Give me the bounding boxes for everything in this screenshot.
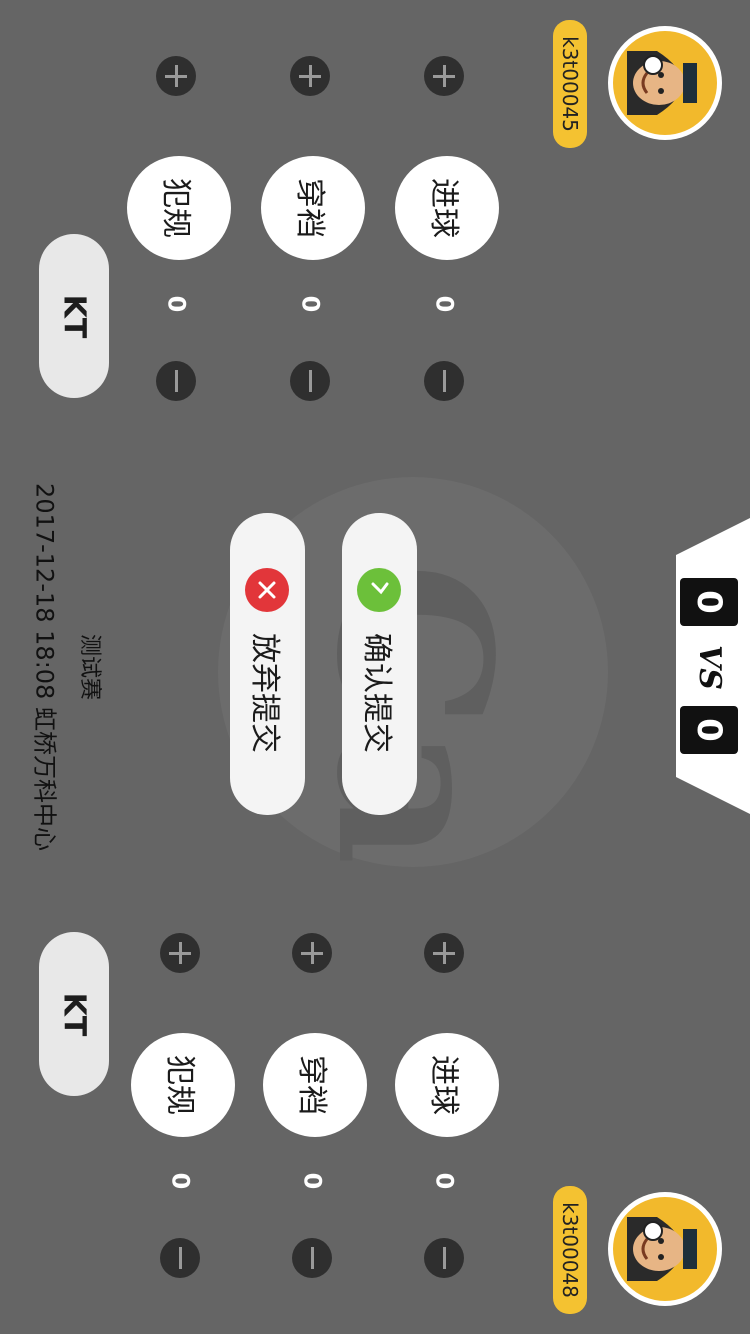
- nutmeg-minus-button-bottom[interactable]: [292, 1238, 332, 1278]
- close-icon: [245, 568, 289, 612]
- minus-icon: [442, 1247, 446, 1269]
- nutmeg-count-top: 0: [295, 295, 324, 313]
- match-title: 测试赛: [77, 633, 102, 701]
- foul-plus-button-bottom[interactable]: [160, 933, 200, 973]
- foul-minus-button-top[interactable]: [156, 361, 196, 401]
- player-avatar-top[interactable]: [608, 26, 722, 140]
- match-datetime-location: 2017-12-18 18:08 虹桥万科中心: [30, 483, 59, 851]
- away-score: 0: [680, 706, 738, 754]
- foul-count-top: 0: [161, 295, 190, 313]
- goal-minus-button-top[interactable]: [424, 361, 464, 401]
- foul-button-bottom[interactable]: 犯规: [131, 1033, 235, 1137]
- check-icon: [357, 568, 401, 612]
- nutmeg-plus-button-bottom[interactable]: [292, 933, 332, 973]
- username-tag-top: k3t00045: [553, 20, 587, 148]
- goal-count-bottom: 0: [429, 1172, 458, 1190]
- abandon-submit-label: 放弃提交: [246, 633, 282, 753]
- goal-button-top[interactable]: 进球: [395, 156, 499, 260]
- plus-icon: [433, 65, 455, 87]
- player-avatar-bottom[interactable]: [608, 1192, 722, 1306]
- username-tag-bottom: k3t00048: [553, 1186, 587, 1314]
- minus-icon: [308, 370, 312, 392]
- nutmeg-minus-button-top[interactable]: [290, 361, 330, 401]
- plus-icon: [301, 942, 323, 964]
- plus-icon: [299, 65, 321, 87]
- minus-icon: [310, 1247, 314, 1269]
- nutmeg-count-bottom: 0: [297, 1172, 326, 1190]
- kt-button-top[interactable]: KT: [39, 234, 109, 398]
- plus-icon: [433, 942, 455, 964]
- confirm-submit-button[interactable]: 确认提交: [342, 513, 417, 815]
- goal-button-bottom[interactable]: 进球: [395, 1033, 499, 1137]
- nutmeg-plus-button-top[interactable]: [290, 56, 330, 96]
- home-score: 0: [680, 578, 738, 626]
- confirm-submit-label: 确认提交: [358, 633, 394, 753]
- goal-plus-button-bottom[interactable]: [424, 933, 464, 973]
- minus-icon: [178, 1247, 182, 1269]
- goal-plus-button-top[interactable]: [424, 56, 464, 96]
- plus-icon: [165, 65, 187, 87]
- foul-button-top[interactable]: 犯规: [127, 156, 231, 260]
- abandon-submit-button[interactable]: 放弃提交: [230, 513, 305, 815]
- nutmeg-button-top[interactable]: 穿裆: [261, 156, 365, 260]
- plus-icon: [169, 942, 191, 964]
- foul-count-bottom: 0: [165, 1172, 194, 1190]
- nutmeg-button-bottom[interactable]: 穿裆: [263, 1033, 367, 1137]
- kt-button-bottom[interactable]: KT: [39, 932, 109, 1096]
- foul-plus-button-top[interactable]: [156, 56, 196, 96]
- foul-minus-button-bottom[interactable]: [160, 1238, 200, 1278]
- goal-count-top: 0: [429, 295, 458, 313]
- goal-minus-button-bottom[interactable]: [424, 1238, 464, 1278]
- minus-icon: [174, 370, 178, 392]
- minus-icon: [442, 370, 446, 392]
- vs-label: VS: [691, 644, 727, 690]
